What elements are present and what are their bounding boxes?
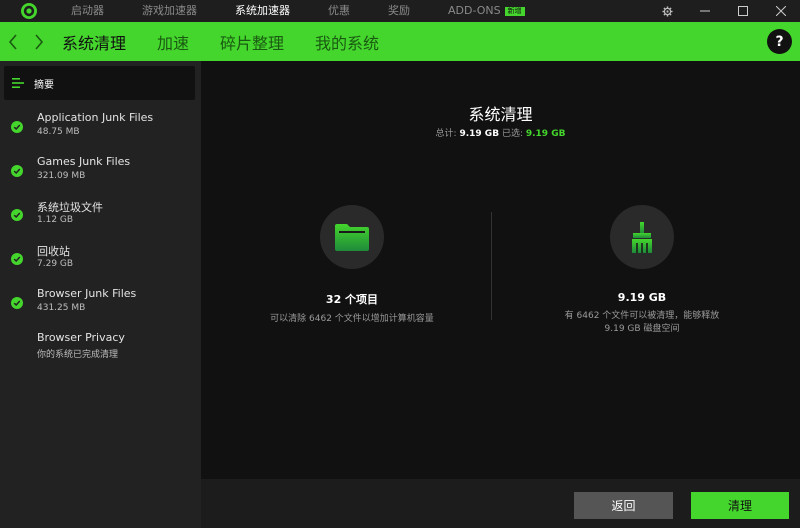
sidebar-item-size: 48.75 MB xyxy=(37,127,80,137)
razer-logo-icon[interactable] xyxy=(18,0,40,22)
sidebar-item-browser-privacy[interactable]: Browser Privacy 你的系统已完成清理 xyxy=(0,331,201,375)
space-description: 有 6462 个文件可以被清理，能够释放 9.19 GB 磁盘空间 xyxy=(564,311,720,334)
tab-defrag[interactable]: 碎片整理 xyxy=(220,30,284,54)
sidebar-item-title: Games Junk Files xyxy=(37,155,131,168)
broom-icon xyxy=(632,222,652,253)
check-circle-icon xyxy=(11,121,23,133)
sidebar-item-size: 431.25 MB xyxy=(37,303,86,313)
sidebar-item-size: 7.29 GB xyxy=(37,259,74,269)
gear-icon xyxy=(661,5,673,17)
check-circle-icon xyxy=(11,209,23,221)
top-nav-game-booster[interactable]: 游戏加速器 xyxy=(123,0,216,22)
back-arrow-button[interactable] xyxy=(0,22,26,61)
close-icon xyxy=(776,6,786,16)
items-card: 32 个项目 可以清除 6462 个文件以增加计算机容量 xyxy=(232,205,472,326)
sidebar-item-title: Application Junk Files xyxy=(37,111,154,124)
sidebar-item-browser-junk[interactable]: Browser Junk Files 431.25 MB xyxy=(0,287,201,331)
folder-icon xyxy=(335,224,369,251)
new-badge: 新增 xyxy=(504,7,525,16)
help-icon: ? xyxy=(775,33,784,50)
divider xyxy=(491,212,492,320)
chevron-left-icon xyxy=(8,33,17,50)
list-icon xyxy=(12,78,24,88)
sidebar-item-status: 你的系统已完成清理 xyxy=(37,350,119,360)
sub-nav-bar: 系统清理 加速 碎片整理 我的系统 ? xyxy=(0,22,800,61)
sidebar: 摘要 Application Junk Files 48.75 MB Games… xyxy=(0,61,201,528)
clean-button[interactable]: 清理 xyxy=(691,492,789,519)
top-nav-rewards[interactable]: 奖励 xyxy=(369,0,429,22)
title-bar: 启动器 游戏加速器 系统加速器 优惠 奖励 ADD-ONS 新增 xyxy=(0,0,800,22)
settings-button[interactable] xyxy=(648,0,686,22)
sidebar-item-title: Browser Junk Files xyxy=(37,287,137,300)
top-nav-addons[interactable]: ADD-ONS 新增 xyxy=(429,0,544,22)
sidebar-item-summary[interactable]: 摘要 xyxy=(4,66,195,100)
top-nav-deals[interactable]: 优惠 xyxy=(309,0,369,22)
total-value: 9.19 GB xyxy=(459,129,500,139)
total-label: 总计: xyxy=(435,129,457,139)
maximize-icon xyxy=(738,6,748,16)
top-nav-addons-label: ADD-ONS xyxy=(448,4,501,17)
sidebar-item-games-junk[interactable]: Games Junk Files 321.09 MB xyxy=(0,155,201,199)
top-nav: 启动器 游戏加速器 系统加速器 优惠 奖励 ADD-ONS 新增 xyxy=(52,0,544,22)
top-nav-system-booster[interactable]: 系统加速器 xyxy=(216,0,309,22)
sidebar-item-size: 1.12 GB xyxy=(37,215,74,225)
sub-tabs: 系统清理 加速 碎片整理 我的系统 xyxy=(62,30,410,54)
check-circle-icon xyxy=(11,253,23,265)
maximize-button[interactable] xyxy=(724,0,762,22)
sidebar-item-title: Browser Privacy xyxy=(37,331,125,344)
help-button[interactable]: ? xyxy=(767,29,792,54)
cleanup-summary: 总计: 9.19 GB 已选: 9.19 GB xyxy=(201,126,800,139)
sidebar-item-size: 321.09 MB xyxy=(37,171,86,181)
minimize-button[interactable] xyxy=(686,0,724,22)
sidebar-item-title: 系统垃圾文件 xyxy=(37,201,103,214)
sidebar-item-application-junk[interactable]: Application Junk Files 48.75 MB xyxy=(0,111,201,155)
chevron-right-icon xyxy=(35,33,44,50)
sidebar-summary-label: 摘要 xyxy=(34,79,54,91)
tab-my-system[interactable]: 我的系统 xyxy=(315,30,379,54)
folder-icon-circle xyxy=(320,205,384,269)
tab-system-cleanup[interactable]: 系统清理 xyxy=(62,30,126,54)
selected-value: 9.19 GB xyxy=(525,129,566,139)
items-count: 32 个项目 xyxy=(325,293,379,306)
sidebar-item-system-junk[interactable]: 系统垃圾文件 1.12 GB xyxy=(0,199,201,243)
action-bar: 返回 清理 xyxy=(201,479,800,528)
minimize-icon xyxy=(700,10,710,12)
items-description: 可以清除 6462 个文件以增加计算机容量 xyxy=(270,314,434,324)
close-button[interactable] xyxy=(762,0,800,22)
selected-label: 已选: xyxy=(501,129,523,139)
space-card: 9.19 GB 有 6462 个文件可以被清理，能够释放 9.19 GB 磁盘空… xyxy=(522,205,762,336)
check-circle-icon xyxy=(11,297,23,309)
tab-speed-up[interactable]: 加速 xyxy=(157,30,189,54)
main-panel: 系统清理 总计: 9.19 GB 已选: 9.19 GB 32 个项目 可以清除… xyxy=(201,61,800,479)
back-button[interactable]: 返回 xyxy=(574,492,673,519)
page-title: 系统清理 xyxy=(468,105,533,124)
top-nav-launcher[interactable]: 启动器 xyxy=(52,0,123,22)
sidebar-item-recycle-bin[interactable]: 回收站 7.29 GB xyxy=(0,243,201,287)
check-circle-icon xyxy=(11,165,23,177)
broom-icon-circle xyxy=(610,205,674,269)
space-size: 9.19 GB xyxy=(617,291,667,304)
sidebar-item-title: 回收站 xyxy=(37,245,70,258)
forward-arrow-button[interactable] xyxy=(26,22,52,61)
window-controls xyxy=(648,0,800,22)
